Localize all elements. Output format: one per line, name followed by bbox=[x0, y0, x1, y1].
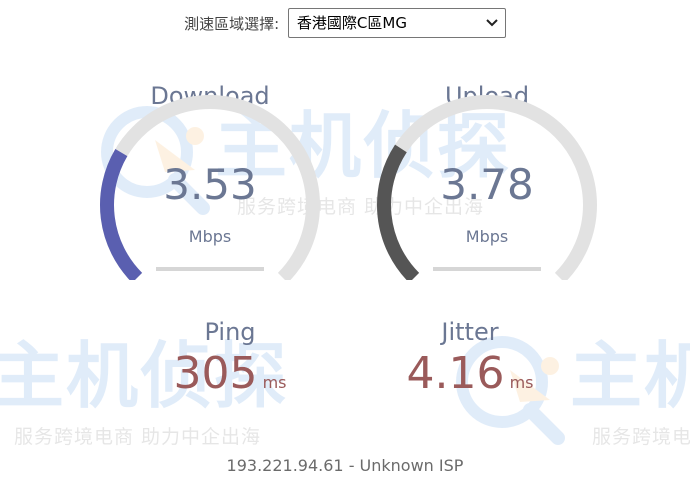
speedtest-page: 主机侦探 服务跨境电商 助力中企出海 主机侦探 服务跨境电商 助力中企出海 主机… bbox=[0, 0, 690, 491]
ping-value: 305 bbox=[173, 348, 258, 399]
watermark-title: 主机侦探 bbox=[570, 334, 690, 418]
upload-unit: Mbps bbox=[465, 227, 509, 246]
ping-metric: Ping 305 ms bbox=[130, 318, 330, 399]
server-selector-label: 測速區域選擇: bbox=[184, 14, 280, 33]
jitter-metric: Jitter 4.16 ms bbox=[370, 318, 570, 399]
upload-value: 3.78 bbox=[440, 160, 534, 209]
download-gauge: Download 3.53 Mbps bbox=[90, 80, 330, 280]
watermark-subtitle: 服务跨境电商 助力中企出海 bbox=[14, 426, 262, 448]
server-select-value: 香港國際C區MG bbox=[296, 14, 407, 32]
download-value: 3.53 bbox=[163, 160, 257, 209]
server-select[interactable]: 香港國際C區MG bbox=[287, 8, 506, 38]
jitter-value: 4.16 bbox=[406, 348, 505, 399]
ping-title: Ping bbox=[204, 318, 256, 346]
ping-unit: ms bbox=[262, 373, 287, 392]
ip-isp-info: 193.221.94.61 - Unknown ISP bbox=[226, 456, 464, 475]
download-unit: Mbps bbox=[188, 227, 232, 246]
upload-gauge: Upload 3.78 Mbps bbox=[367, 80, 607, 280]
jitter-unit: ms bbox=[509, 373, 534, 392]
chevron-down-icon bbox=[486, 19, 498, 27]
watermark-subtitle: 服务跨境电商 助力中企出海 bbox=[592, 426, 690, 448]
jitter-title: Jitter bbox=[441, 318, 499, 346]
server-selector-row: 測速區域選擇: 香港國際C區MG bbox=[0, 8, 690, 38]
